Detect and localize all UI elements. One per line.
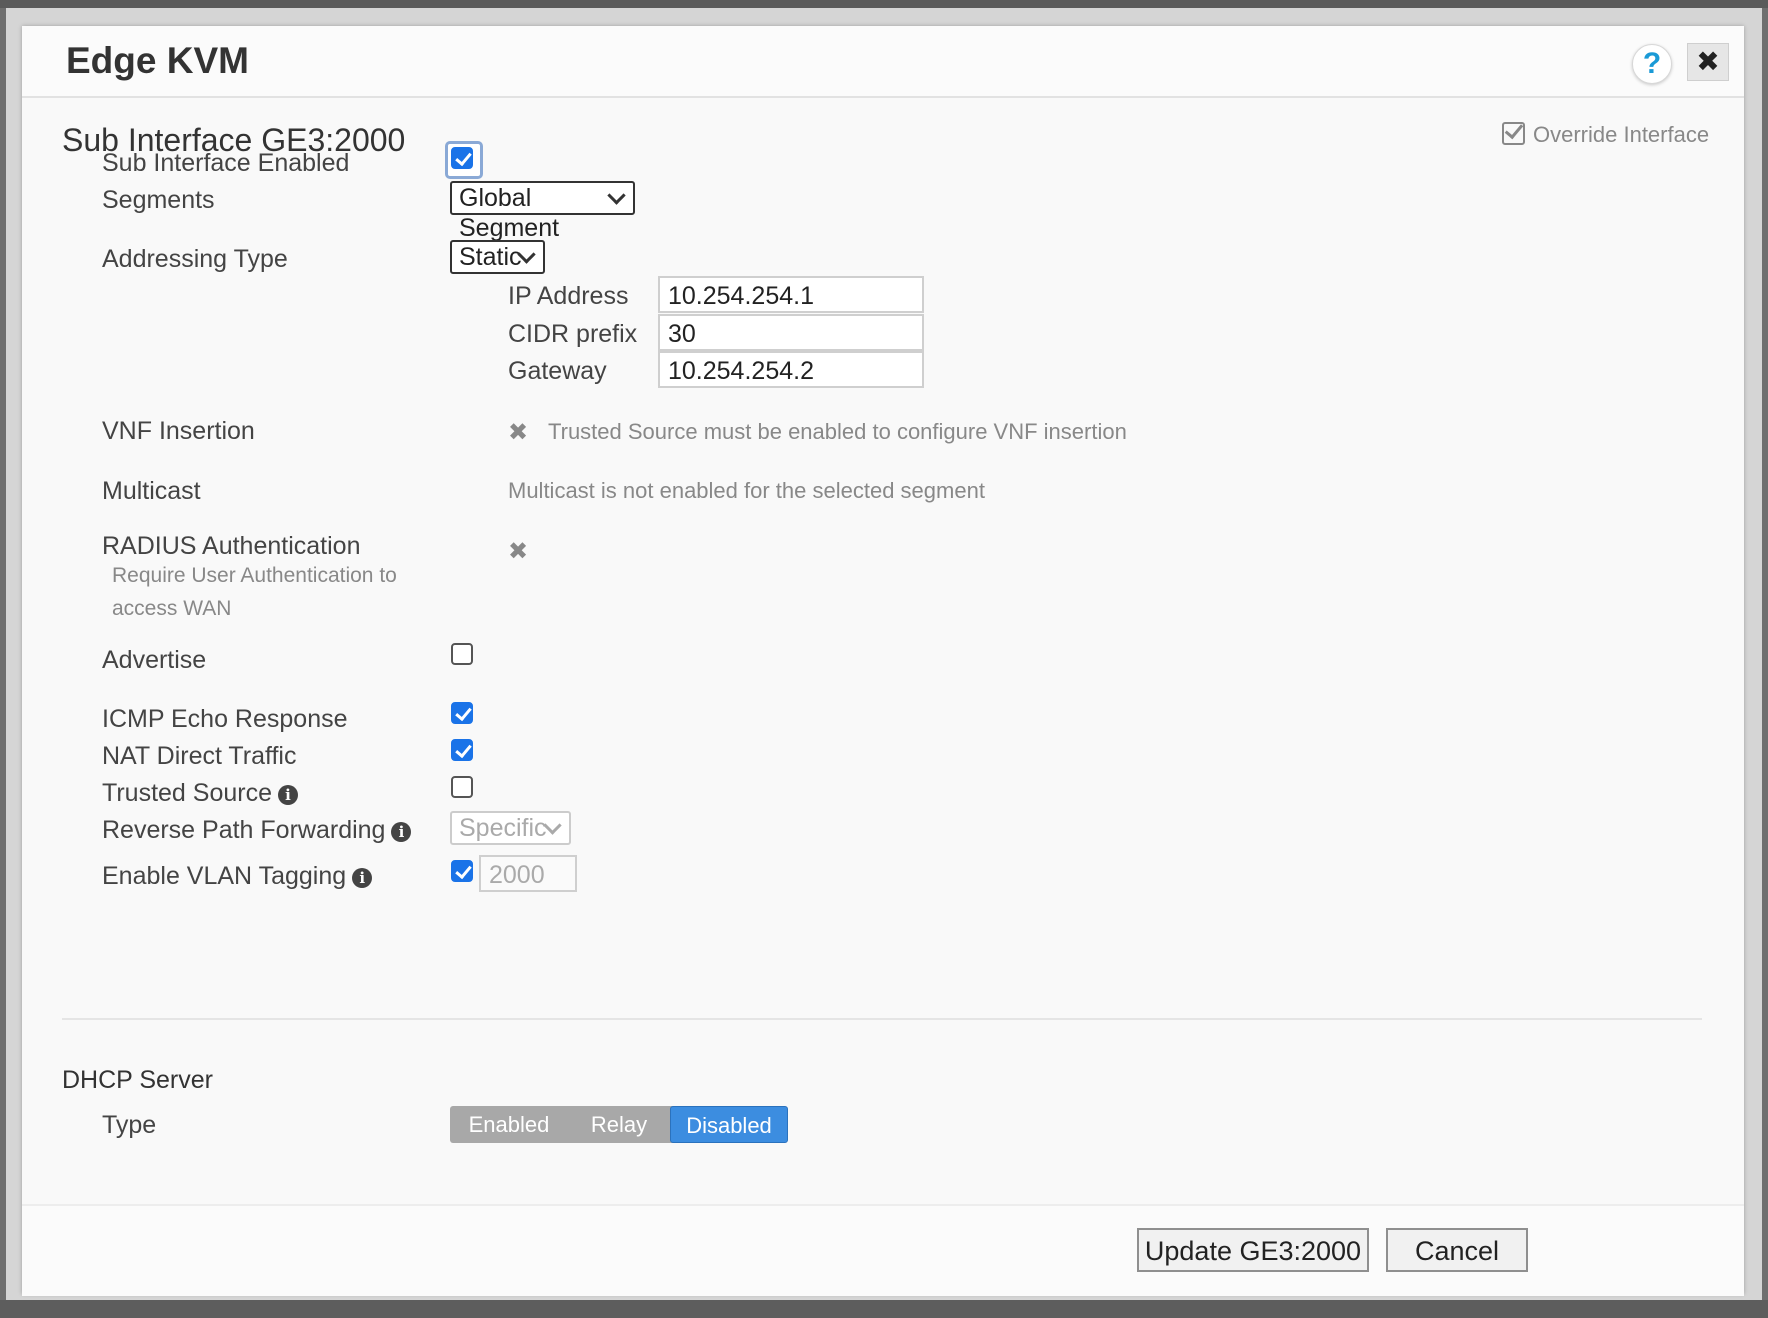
info-icon[interactable]: i	[277, 785, 298, 805]
multicast-message: Multicast is not enabled for the selecte…	[508, 478, 985, 503]
backdrop-bottom	[0, 1300, 1768, 1318]
chevron-down-icon	[607, 186, 626, 205]
override-interface-toggle[interactable]: Override Interface	[1502, 122, 1709, 148]
cidr-prefix-label: CIDR prefix	[508, 320, 638, 348]
radius-authentication-sublabel: Require User Authentication to access WA…	[112, 564, 397, 620]
segments-value: Global Segment	[459, 184, 560, 242]
addressing-type-label: Addressing Type	[102, 245, 288, 273]
reverse-path-forwarding-label-row: Reverse Path Forwarding i	[102, 816, 412, 845]
x-mark-icon: ✖	[508, 419, 529, 446]
nat-direct-traffic-label: NAT Direct Traffic	[102, 742, 297, 770]
reverse-path-forwarding-select[interactable]: Specific	[450, 811, 571, 845]
multicast-label: Multicast	[102, 477, 201, 505]
x-mark-icon: ✖	[508, 538, 529, 565]
enable-vlan-tagging-label-row: Enable VLAN Tagging i	[102, 862, 373, 891]
advertise-checkbox[interactable]	[451, 643, 473, 665]
addressing-type-value: Static	[459, 243, 522, 271]
dialog-header: Edge KVM ? ✖	[22, 26, 1744, 98]
ip-address-label: IP Address	[508, 282, 629, 310]
info-icon[interactable]: i	[391, 822, 412, 842]
icmp-echo-response-checkbox[interactable]	[451, 702, 473, 724]
backdrop-top	[0, 0, 1768, 8]
gateway-input[interactable]: 10.254.254.2	[658, 351, 924, 388]
vnf-insertion-message: Trusted Source must be enabled to config…	[548, 419, 1127, 444]
segments-label: Segments	[102, 186, 215, 214]
cidr-prefix-input[interactable]: 30	[658, 314, 924, 351]
question-icon[interactable]: ?	[1632, 44, 1672, 84]
reverse-path-forwarding-value: Specific	[459, 814, 547, 842]
trusted-source-checkbox[interactable]	[451, 776, 473, 798]
radius-authentication-label: RADIUS Authentication	[102, 532, 361, 560]
dhcp-relay-button[interactable]: Relay	[560, 1106, 678, 1143]
close-icon[interactable]: ✖	[1687, 43, 1729, 81]
advertise-label: Advertise	[102, 646, 207, 674]
segments-select[interactable]: Global Segment	[450, 181, 635, 242]
vnf-insertion-label: VNF Insertion	[102, 417, 255, 445]
sub-interface-enabled-checkbox[interactable]	[451, 147, 473, 169]
gateway-label: Gateway	[508, 357, 607, 385]
dhcp-enabled-button[interactable]: Enabled	[450, 1106, 568, 1143]
dhcp-disabled-button[interactable]: Disabled	[670, 1106, 788, 1143]
trusted-source-label-row: Trusted Source i	[102, 779, 298, 808]
edge-kvm-dialog: Edge KVM ? ✖ Sub Interface GE3:2000 Over…	[22, 26, 1744, 1296]
info-icon[interactable]: i	[352, 868, 373, 888]
section-divider	[62, 1018, 1702, 1020]
dhcp-server-title: DHCP Server	[62, 1066, 213, 1094]
update-button[interactable]: Update GE3:2000	[1137, 1228, 1369, 1272]
override-interface-label: Override Interface	[1533, 122, 1710, 147]
addressing-type-select[interactable]: Static	[450, 240, 545, 274]
cancel-button[interactable]: Cancel	[1386, 1228, 1528, 1272]
dialog-title: Edge KVM	[66, 40, 249, 81]
reverse-path-forwarding-label: Reverse Path Forwarding	[102, 816, 386, 844]
trusted-source-label: Trusted Source	[102, 779, 272, 807]
vlan-id-input[interactable]: 2000	[479, 855, 577, 892]
dhcp-type-label: Type	[102, 1111, 157, 1139]
icmp-echo-response-label: ICMP Echo Response	[102, 705, 348, 733]
dialog-footer: Update GE3:2000 Cancel	[22, 1204, 1744, 1296]
nat-direct-traffic-checkbox[interactable]	[451, 739, 473, 761]
sub-interface-enabled-label: Sub Interface Enabled	[102, 149, 350, 177]
enable-vlan-tagging-label: Enable VLAN Tagging	[102, 862, 347, 890]
override-check-icon	[1502, 122, 1525, 145]
ip-address-input[interactable]: 10.254.254.1	[658, 276, 924, 313]
enable-vlan-tagging-checkbox[interactable]	[451, 860, 473, 882]
